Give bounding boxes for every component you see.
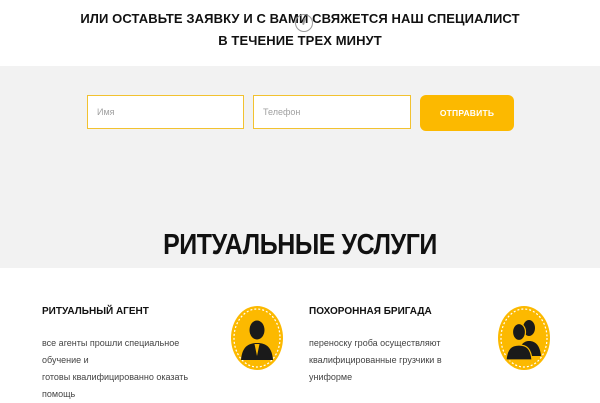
services-title: РИТУАЛЬНЫЕ УСЛУГИ	[163, 229, 437, 261]
service-team-description: переноску гроба осуществляют квалифициро…	[309, 335, 484, 386]
service-agent-desc-line1: все агенты прошли специальное обучение и	[42, 338, 180, 365]
callback-header: ИЛИ ОСТАВЬТЕ ЗАЯВКУ И С ВАМИ СВЯЖЕТСЯ НА…	[0, 0, 600, 66]
phone-input[interactable]	[253, 95, 411, 129]
service-team-title: ПОХОРОННАЯ БРИГАДА	[309, 306, 432, 317]
services-section: РИТУАЛЬНЫЙ АГЕНТ все агенты прошли специ…	[0, 268, 600, 400]
name-input[interactable]	[87, 95, 244, 129]
scroll-indicator-icon[interactable]	[295, 14, 313, 32]
callback-heading-line2: В ТЕЧЕНИЕ ТРЕХ МИНУТ	[218, 33, 382, 48]
service-agent-description: все агенты прошли специальное обучение и…	[42, 335, 217, 403]
agent-icon	[231, 306, 283, 370]
service-agent-title: РИТУАЛЬНЫЙ АГЕНТ	[42, 306, 149, 317]
team-icon	[498, 306, 550, 370]
service-agent-desc-line2: готовы квалифицированно оказать помощь	[42, 372, 189, 399]
submit-button[interactable]: ОТПРАВИТЬ	[420, 95, 514, 131]
service-team-desc-line2: квалифицированные грузчики в униформе	[309, 355, 442, 382]
service-team-desc-line1: переноску гроба осуществляют	[309, 338, 441, 348]
